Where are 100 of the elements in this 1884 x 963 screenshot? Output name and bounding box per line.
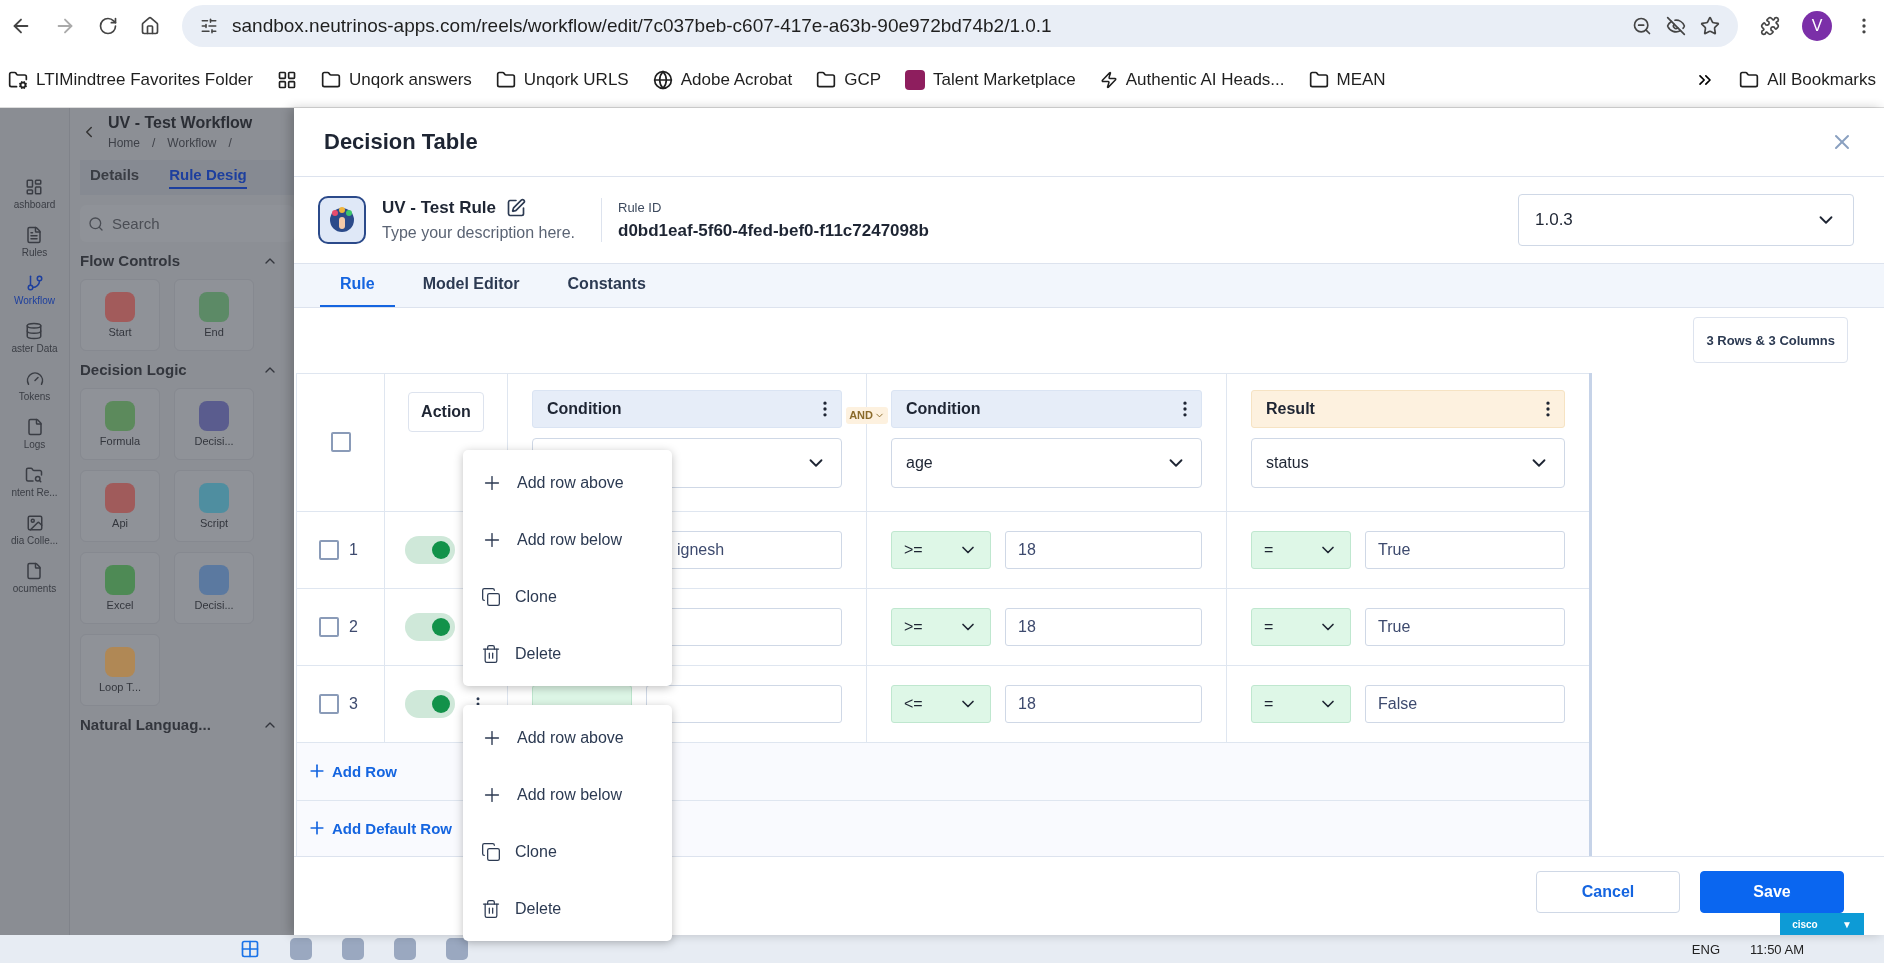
- row-checkbox[interactable]: [319, 539, 339, 560]
- taskbar-app-icon[interactable]: [342, 938, 364, 960]
- nav-icon[interactable]: [25, 322, 44, 340]
- field-select[interactable]: age: [891, 437, 1202, 488]
- node-icon: [105, 292, 135, 322]
- nav-icon[interactable]: [25, 370, 44, 388]
- tab[interactable]: Rule: [320, 264, 395, 307]
- cancel-button[interactable]: Cancel: [1536, 870, 1680, 913]
- rule-description[interactable]: Type your description here.: [382, 224, 575, 243]
- star-icon[interactable]: [1700, 16, 1720, 36]
- nav-icon[interactable]: [25, 178, 44, 196]
- nav-icon[interactable]: [25, 466, 44, 484]
- operator-select[interactable]: =: [1251, 530, 1351, 569]
- value-field[interactable]: False: [1365, 684, 1565, 723]
- node-tile[interactable]: Start: [80, 279, 160, 351]
- eye-off-icon[interactable]: [1666, 16, 1686, 36]
- save-button[interactable]: Save: [1700, 870, 1844, 913]
- joiner-select[interactable]: AND: [846, 406, 888, 424]
- node-tile[interactable]: Decisi...: [174, 552, 254, 624]
- edit-icon[interactable]: [506, 198, 526, 219]
- nav-icon[interactable]: [25, 418, 44, 436]
- table-size-button[interactable]: 3 Rows & 3 Columns: [1693, 317, 1848, 364]
- operator-select[interactable]: >=: [891, 607, 991, 646]
- copy-icon: [481, 841, 501, 862]
- operator-select[interactable]: =: [1251, 684, 1351, 723]
- value-field[interactable]: 18: [1005, 607, 1202, 646]
- menu-item[interactable]: Add row below: [463, 766, 672, 823]
- menu-item[interactable]: Add row above: [463, 454, 672, 511]
- app-icon: [905, 69, 926, 90]
- nav-icon[interactable]: [25, 274, 44, 292]
- url-text[interactable]: sandbox.neutrinos-apps.com/reels/workflow/edit/7c037beb-c607-417e-a63b-90e972bd74b2/1.0.1: [232, 15, 1618, 37]
- column-header: Condition: [891, 389, 1202, 428]
- apps-grid-icon[interactable]: [277, 69, 297, 90]
- row-toggle[interactable]: [405, 689, 455, 718]
- select-all-checkbox[interactable]: [330, 432, 351, 453]
- nav-icon[interactable]: [25, 562, 44, 580]
- extensions-icon[interactable]: [1760, 16, 1780, 36]
- bookmark-label[interactable]: GCP: [844, 69, 882, 90]
- node-tile[interactable]: Api: [80, 470, 160, 542]
- taskbar-app-icon[interactable]: [290, 938, 312, 960]
- widget-brand: cisco: [1792, 918, 1818, 930]
- row-checkbox[interactable]: [319, 616, 339, 637]
- operator-select[interactable]: <=: [891, 684, 991, 723]
- node-tile[interactable]: Formula: [80, 388, 160, 460]
- node-tile[interactable]: Excel: [80, 552, 160, 624]
- bookmark-label[interactable]: MEAN: [1336, 69, 1386, 90]
- value-field[interactable]: True: [1365, 607, 1565, 646]
- node-tile[interactable]: Loop T...: [80, 634, 160, 706]
- version-select[interactable]: 1.0.3: [1518, 194, 1854, 247]
- value-field[interactable]: 18: [1005, 684, 1202, 723]
- site-settings-icon[interactable]: [200, 17, 218, 35]
- row-toggle[interactable]: [405, 612, 455, 641]
- bookmark-label[interactable]: LTIMindtree Favorites Folder: [36, 69, 253, 90]
- nav-icon[interactable]: [25, 514, 44, 532]
- profile-avatar[interactable]: V: [1802, 11, 1832, 41]
- node-icon: [199, 483, 229, 513]
- home-icon[interactable]: [140, 16, 160, 36]
- add-row-link[interactable]: Add Row: [307, 761, 397, 782]
- trash-icon: [481, 898, 501, 919]
- folder-icon: [816, 69, 837, 90]
- menu-item[interactable]: Clone: [463, 568, 672, 625]
- clock-time[interactable]: 11:50 AM: [1750, 941, 1804, 957]
- row-toggle[interactable]: [405, 535, 455, 564]
- node-tile[interactable]: Decisi...: [174, 388, 254, 460]
- taskbar-app-icon[interactable]: [394, 938, 416, 960]
- node-icon: [199, 565, 229, 595]
- add-default-row-link[interactable]: Add Default Row: [307, 818, 452, 839]
- folder-icon: [1308, 69, 1329, 90]
- rule-id-label: Rule ID: [618, 199, 663, 215]
- value-field[interactable]: True: [1365, 530, 1565, 569]
- nav-icon[interactable]: [25, 226, 44, 244]
- bookmark-label[interactable]: Unqork URLS: [523, 69, 629, 90]
- bookmark-label[interactable]: Authentic AI Heads...: [1125, 69, 1285, 90]
- tab[interactable]: Model Editor: [402, 264, 540, 307]
- tab[interactable]: Constants: [547, 264, 666, 307]
- node-tile[interactable]: End: [174, 279, 254, 351]
- node-tile[interactable]: Script: [174, 470, 254, 542]
- menu-item[interactable]: Clone: [463, 823, 672, 880]
- taskbar-app-icon[interactable]: [446, 938, 468, 960]
- section-title: Flow Controls: [80, 252, 180, 269]
- address-bar[interactable]: sandbox.neutrinos-apps.com/reels/workflow/edit/7c037beb-c607-417e-a63b-90e972bd74b2/1.0.1: [182, 5, 1738, 47]
- operator-select[interactable]: >=: [891, 530, 991, 569]
- bookmark-label[interactable]: Unqork answers: [349, 69, 472, 90]
- bookmark-label[interactable]: All Bookmarks: [1767, 69, 1876, 90]
- field-select[interactable]: status: [1251, 437, 1565, 488]
- menu-item[interactable]: Delete: [463, 625, 672, 682]
- folder-icon: [495, 69, 516, 90]
- menu-item[interactable]: Add row above: [463, 709, 672, 766]
- action-button[interactable]: Action: [408, 391, 484, 432]
- operator-select[interactable]: =: [1251, 607, 1351, 646]
- bookmark-label[interactable]: Adobe Acrobat: [680, 69, 793, 90]
- bookmark-label[interactable]: Talent Marketplace: [933, 69, 1076, 90]
- reload-icon[interactable]: [98, 16, 118, 36]
- language-indicator[interactable]: ENG: [1691, 941, 1721, 957]
- row-number: 3: [349, 694, 358, 713]
- row-checkbox[interactable]: [319, 693, 339, 714]
- menu-item[interactable]: Delete: [463, 880, 672, 937]
- start-icon[interactable]: [240, 939, 260, 959]
- value-field[interactable]: 18: [1005, 530, 1202, 569]
- zoom-out-icon[interactable]: [1632, 16, 1652, 36]
